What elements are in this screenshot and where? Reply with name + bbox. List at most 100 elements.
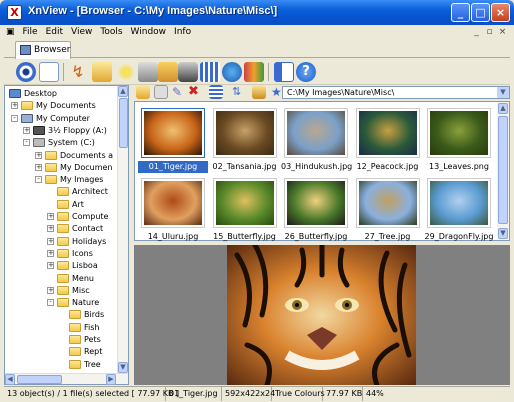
tree-node[interactable]: - System (C:): [5, 137, 118, 149]
tab-browser[interactable]: Browser: [15, 41, 71, 59]
expand-icon[interactable]: +: [47, 225, 54, 233]
thumbnail[interactable]: [212, 108, 277, 158]
collapse-icon[interactable]: -: [23, 139, 30, 147]
expand-icon[interactable]: +: [47, 213, 54, 220]
mdi-close-button[interactable]: ×: [497, 27, 508, 37]
menu-edit[interactable]: Edit: [42, 25, 67, 40]
thumbnail[interactable]: [141, 178, 205, 228]
tree-node[interactable]: + Holidays: [5, 236, 118, 248]
tree-horizontal-scrollbar[interactable]: ◀ ▶: [5, 373, 128, 385]
menu-window[interactable]: Window: [127, 25, 171, 40]
expand-icon[interactable]: +: [47, 262, 54, 270]
web-globe-icon[interactable]: [222, 62, 242, 82]
chevron-down-icon[interactable]: ▼: [497, 87, 509, 98]
tree-node[interactable]: + My Documen: [5, 162, 118, 174]
tree-node[interactable]: + Contact: [5, 223, 118, 235]
thumbnail-label[interactable]: 12_Peacock.jpg: [353, 161, 423, 173]
close-button[interactable]: ×: [491, 3, 510, 22]
camera-icon[interactable]: [178, 62, 198, 82]
thumbnail[interactable]: [284, 178, 348, 228]
thumbnail[interactable]: [212, 178, 277, 228]
thumbnail[interactable]: [427, 178, 491, 228]
edit-pencil-icon[interactable]: ✎: [172, 85, 186, 99]
sort-icon[interactable]: ⇅: [232, 85, 246, 99]
scroll-left-arrow-icon[interactable]: ◀: [5, 374, 15, 385]
settings-gear-icon[interactable]: [116, 62, 136, 82]
collapse-icon[interactable]: -: [11, 114, 18, 122]
delete-icon[interactable]: ✖: [188, 85, 202, 99]
title-bar[interactable]: X XnView - [Browser - C:\My Images\Natur…: [0, 0, 514, 25]
open-folder-icon[interactable]: [92, 62, 112, 82]
maximize-button[interactable]: □: [471, 3, 490, 22]
tree-node[interactable]: + Documents a: [5, 150, 118, 162]
menu-file[interactable]: File: [19, 25, 42, 40]
tree-node[interactable]: + Icons: [5, 248, 118, 260]
tree-node[interactable]: Menu: [5, 273, 118, 285]
tree-vertical-scrollbar[interactable]: ▲ ▼: [117, 86, 128, 373]
scroll-up-arrow-icon[interactable]: ▲: [498, 103, 508, 114]
mdi-restore-button[interactable]: ▫: [484, 27, 495, 37]
thumbnail[interactable]: [284, 108, 348, 158]
tree-node[interactable]: - My Images: [5, 174, 118, 186]
expand-icon[interactable]: +: [11, 102, 18, 110]
menu-tools[interactable]: Tools: [96, 25, 126, 40]
expand-icon[interactable]: +: [35, 163, 42, 171]
copy-icon[interactable]: [154, 85, 168, 99]
expand-icon[interactable]: +: [47, 249, 54, 257]
convert-icon[interactable]: [244, 62, 264, 82]
minimize-button[interactable]: _: [451, 3, 470, 22]
tree-node[interactable]: Desktop: [5, 88, 118, 100]
thumbnail-label[interactable]: 02_Tansania.jpg: [210, 161, 280, 173]
tree-node[interactable]: + Misc: [5, 285, 118, 297]
scroll-up-arrow-icon[interactable]: ▲: [118, 86, 128, 97]
tree-node[interactable]: + My Documents: [5, 100, 118, 112]
thumbnail-label[interactable]: 13_Leaves.png: [424, 161, 494, 173]
scroll-down-arrow-icon[interactable]: ▼: [118, 362, 128, 373]
print-icon[interactable]: [138, 62, 158, 82]
thumbnail[interactable]: [355, 178, 420, 228]
help-icon[interactable]: ?: [296, 62, 316, 82]
tree-node[interactable]: + Lisboa: [5, 260, 118, 272]
thumbnail-scroll-thumb[interactable]: [498, 116, 508, 224]
tree-node[interactable]: + Compute: [5, 211, 118, 223]
tree-node[interactable]: Architect: [5, 186, 118, 198]
tree-scroll-thumb[interactable]: [119, 98, 128, 148]
collapse-icon[interactable]: -: [47, 299, 54, 307]
mdi-minimize-button[interactable]: _: [471, 27, 482, 37]
tree-hscroll-thumb[interactable]: [17, 375, 62, 384]
tree-node[interactable]: Fish: [5, 322, 118, 334]
parent-folder-icon[interactable]: [136, 85, 150, 99]
scan-icon[interactable]: [158, 62, 178, 82]
tree-node[interactable]: Birds: [5, 309, 118, 321]
expand-icon[interactable]: +: [23, 126, 30, 134]
thumbnail-label[interactable]: 15_Butterfly.jpg: [210, 231, 280, 243]
eye-icon[interactable]: [16, 62, 36, 82]
tree-node[interactable]: Rept: [5, 346, 118, 358]
thumbnail[interactable]: [355, 108, 420, 158]
menu-info[interactable]: Info: [170, 25, 195, 40]
slideshow-icon[interactable]: [200, 62, 220, 82]
scroll-down-arrow-icon[interactable]: ▼: [498, 228, 508, 239]
browser-view-icon[interactable]: [39, 62, 59, 82]
thumbnail-vertical-scrollbar[interactable]: ▲ ▼: [497, 102, 509, 240]
acquire-icon[interactable]: ↯: [68, 62, 88, 82]
tree-node[interactable]: Pets: [5, 334, 118, 346]
thumbnail-label[interactable]: 03_Hindukush.jpg: [281, 161, 352, 173]
tree-node[interactable]: - Nature: [5, 297, 118, 309]
filter-icon[interactable]: [252, 85, 266, 99]
thumbnail-label[interactable]: 26_Butterfly.jpg: [281, 231, 351, 243]
options-icon[interactable]: [274, 62, 294, 82]
tree-node[interactable]: Tree: [5, 359, 118, 371]
path-combobox[interactable]: C:\My Images\Nature\Misc\ ▼: [282, 86, 510, 99]
tree-node[interactable]: +3½ Floppy (A:): [5, 125, 118, 137]
menu-view[interactable]: View: [67, 25, 96, 40]
thumbnail-label[interactable]: 14_Uluru.jpg: [138, 231, 208, 243]
collapse-icon[interactable]: -: [35, 176, 42, 184]
thumbnail-label[interactable]: 01_Tiger.jpg: [138, 161, 208, 173]
thumbnail-label[interactable]: 29_DragonFly.jpg: [424, 231, 494, 243]
thumbnail-label[interactable]: 27_Tree.jpg: [353, 231, 423, 243]
scroll-right-arrow-icon[interactable]: ▶: [106, 374, 116, 385]
tree-node[interactable]: Art: [5, 199, 118, 211]
view-mode-icon[interactable]: [209, 85, 223, 99]
document-icon[interactable]: ▣: [4, 25, 19, 40]
